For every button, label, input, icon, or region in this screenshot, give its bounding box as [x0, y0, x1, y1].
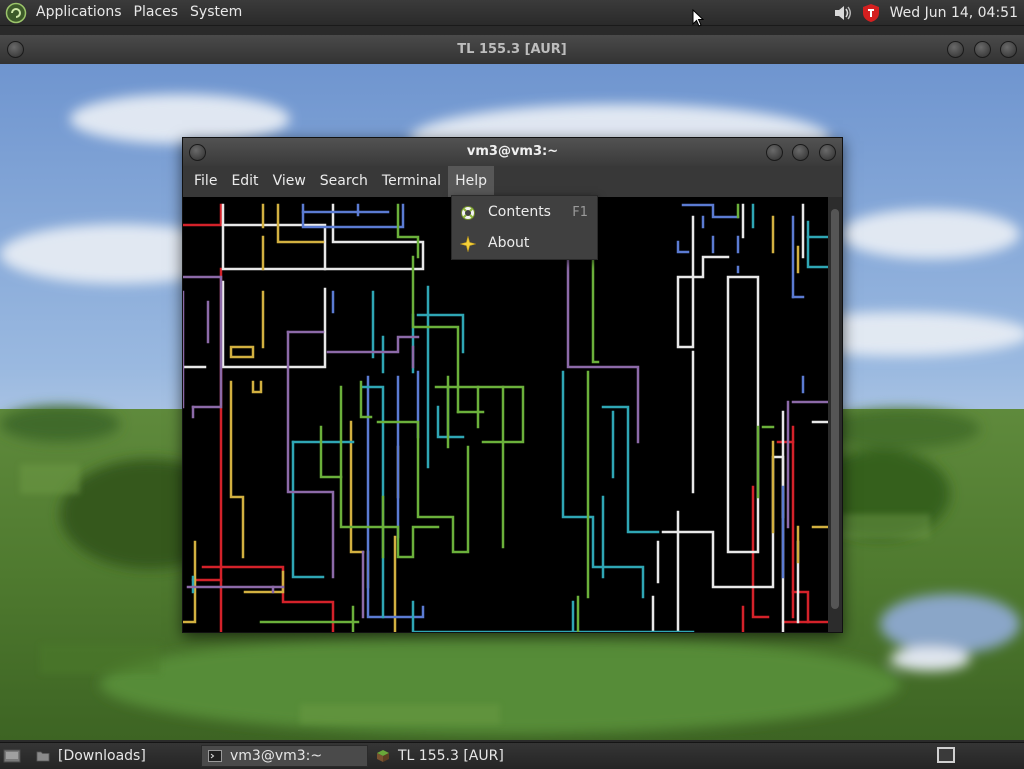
- terminal-scrollbar[interactable]: [828, 197, 842, 632]
- terminal-icon: [208, 750, 222, 762]
- terminal-window-title: vm3@vm3:~: [466, 144, 559, 159]
- menu-help[interactable]: Help: [448, 166, 494, 197]
- task-tl-label: TL 155.3 [AUR]: [398, 748, 504, 764]
- distro-logo-icon[interactable]: [5, 2, 27, 24]
- folder-icon: [36, 751, 50, 762]
- pipes-animation: [183, 203, 828, 632]
- terminal-maximize-button[interactable]: [792, 144, 809, 161]
- mouse-pointer-icon: [692, 9, 704, 27]
- menu-search[interactable]: Search: [313, 166, 375, 197]
- help-contents-icon: [461, 206, 475, 220]
- about-star-icon: [460, 236, 476, 252]
- shield-update-icon[interactable]: [860, 2, 882, 24]
- terminal-close-button[interactable]: [819, 144, 836, 161]
- volume-icon[interactable]: [832, 3, 854, 23]
- menu-edit[interactable]: Edit: [224, 166, 265, 197]
- scrollbar-thumb[interactable]: [831, 209, 839, 609]
- bottom-taskbar: [Downloads] vm3@vm3:~ TL 155.3 [AUR]: [0, 742, 1024, 769]
- task-terminal-label: vm3@vm3:~: [230, 748, 323, 764]
- contents-label: Contents: [488, 204, 551, 220]
- about-label: About: [488, 235, 530, 251]
- workspace-switcher[interactable]: [937, 747, 955, 763]
- task-tl-launcher[interactable]: TL 155.3 [AUR]: [370, 745, 550, 767]
- help-menu-contents[interactable]: Contents F1: [452, 197, 597, 228]
- help-menu-about[interactable]: About: [452, 228, 597, 259]
- minimize-button[interactable]: [947, 41, 964, 58]
- task-downloads[interactable]: [Downloads]: [30, 745, 198, 767]
- clock[interactable]: Wed Jun 14, 04:51: [882, 5, 1024, 21]
- terminal-menubar: File Edit View Search Terminal Help: [183, 166, 842, 197]
- terminal-titlebar[interactable]: vm3@vm3:~: [183, 138, 842, 166]
- menu-places[interactable]: Places: [128, 0, 185, 25]
- maximize-button[interactable]: [974, 41, 991, 58]
- menu-applications[interactable]: Applications: [30, 0, 128, 25]
- terminal-minimize-button[interactable]: [766, 144, 783, 161]
- system-tray: Wed Jun 14, 04:51: [832, 0, 1024, 25]
- task-terminal[interactable]: vm3@vm3:~: [201, 745, 368, 767]
- menu-view[interactable]: View: [266, 166, 313, 197]
- close-button[interactable]: [1000, 41, 1017, 58]
- top-panel: Applications Places System Wed Jun 14, 0…: [0, 0, 1024, 26]
- terminal-screen[interactable]: [183, 197, 828, 632]
- menu-file[interactable]: File: [187, 166, 224, 197]
- grass-block-icon: [377, 750, 389, 762]
- tl-titlebar[interactable]: TL 155.3 [AUR]: [0, 35, 1024, 65]
- purple-pipes: [183, 203, 828, 619]
- tl-window-title: TL 155.3 [AUR]: [457, 42, 567, 57]
- menu-system[interactable]: System: [184, 0, 248, 25]
- help-dropdown-menu: Contents F1 About: [451, 195, 598, 260]
- contents-shortcut: F1: [572, 205, 588, 220]
- task-downloads-label: [Downloads]: [58, 748, 146, 764]
- show-desktop-icon[interactable]: [3, 748, 21, 764]
- menu-terminal[interactable]: Terminal: [375, 166, 448, 197]
